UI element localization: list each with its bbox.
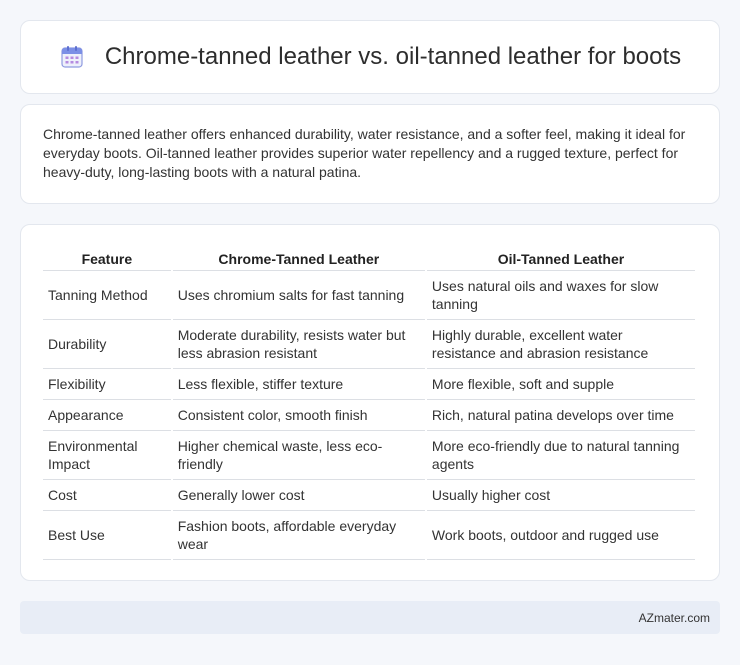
comparison-table: Feature Chrome-Tanned Leather Oil-Tanned…: [41, 245, 697, 560]
header: Chrome-tanned leather vs. oil-tanned lea…: [59, 43, 681, 71]
table-row: Durability Moderate durability, resists …: [43, 320, 695, 369]
table-row: Cost Generally lower cost Usually higher…: [43, 480, 695, 511]
footer-brand[interactable]: AZmater.com: [639, 611, 710, 625]
table-cell-feature: Best Use: [43, 511, 171, 560]
column-header-oil-tanned: Oil-Tanned Leather: [426, 245, 695, 271]
footer: AZmater.com: [20, 601, 720, 634]
table-cell-feature: Flexibility: [43, 369, 171, 400]
table-row: Appearance Consistent color, smooth fini…: [43, 400, 695, 431]
table-cell-feature: Environmental Impact: [43, 431, 171, 480]
table-cell-feature: Durability: [43, 320, 171, 369]
header-card: Chrome-tanned leather vs. oil-tanned lea…: [20, 20, 720, 94]
table-cell-feature: Appearance: [43, 400, 171, 431]
table-cell-oil: More eco-friendly due to natural tanning…: [426, 431, 695, 480]
table-cell-chrome: Fashion boots, affordable everyday wear: [172, 511, 425, 560]
comparison-table-card: Feature Chrome-Tanned Leather Oil-Tanned…: [20, 224, 720, 581]
summary-text: Chrome-tanned leather offers enhanced du…: [43, 126, 686, 180]
table-cell-chrome: Generally lower cost: [172, 480, 425, 511]
summary-card: Chrome-tanned leather offers enhanced du…: [20, 104, 720, 204]
column-header-chrome-tanned: Chrome-Tanned Leather: [172, 245, 425, 271]
table-cell-chrome: Less flexible, stiffer texture: [172, 369, 425, 400]
table-cell-oil: More flexible, soft and supple: [426, 369, 695, 400]
table-cell-feature: Cost: [43, 480, 171, 511]
table-row: Flexibility Less flexible, stiffer textu…: [43, 369, 695, 400]
table-cell-oil: Work boots, outdoor and rugged use: [426, 511, 695, 560]
table-cell-feature: Tanning Method: [43, 271, 171, 320]
table-row: Best Use Fashion boots, affordable every…: [43, 511, 695, 560]
table-header-row: Feature Chrome-Tanned Leather Oil-Tanned…: [43, 245, 695, 271]
table-cell-oil: Uses natural oils and waxes for slow tan…: [426, 271, 695, 320]
table-cell-oil: Rich, natural patina develops over time: [426, 400, 695, 431]
table-cell-chrome: Uses chromium salts for fast tanning: [172, 271, 425, 320]
table-row: Tanning Method Uses chromium salts for f…: [43, 271, 695, 320]
table-cell-chrome: Higher chemical waste, less eco-friendly: [172, 431, 425, 480]
table-cell-chrome: Moderate durability, resists water but l…: [172, 320, 425, 369]
table-row: Environmental Impact Higher chemical was…: [43, 431, 695, 480]
page-title: Chrome-tanned leather vs. oil-tanned lea…: [104, 43, 682, 70]
table-cell-oil: Usually higher cost: [426, 480, 695, 511]
calendar-icon: [59, 45, 85, 69]
table-cell-chrome: Consistent color, smooth finish: [172, 400, 425, 431]
column-header-feature: Feature: [43, 245, 171, 271]
table-cell-oil: Highly durable, excellent water resistan…: [426, 320, 695, 369]
